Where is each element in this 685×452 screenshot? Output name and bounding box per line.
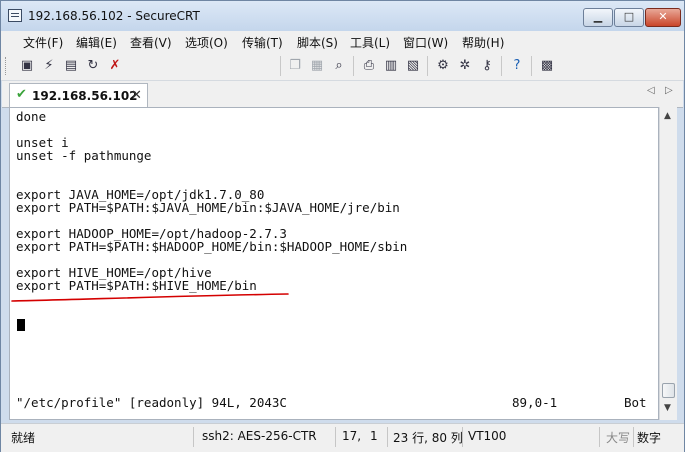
terminal-line: done [16,109,47,124]
terminal-screen[interactable]: done unset i unset -f pathmunge export J… [9,107,659,420]
toolbar-separator [501,56,502,76]
status-divider [633,427,634,447]
scrollbar-thumb[interactable] [662,383,675,398]
securecrt-window: 192.168.56.102 - SecureCRT ▁ □ ✕ 文件(F) 编… [0,0,685,452]
status-bar: 就绪 ssh2: AES-256-CTR 17, 1 23 行, 80 列 VT… [1,423,684,452]
print-selection-icon[interactable]: ▥ [382,57,400,75]
session-tab[interactable]: ✔ 192.168.56.102 ✕ [9,83,148,107]
disconnect-icon[interactable]: ✗ [106,57,124,75]
menu-options[interactable]: 选项(O) [185,34,228,51]
status-col: 1 [370,429,378,443]
menu-edit[interactable]: 编辑(E) [76,34,117,51]
copy-icon[interactable]: ❐ [286,57,304,75]
connect-in-tab-icon[interactable]: ▤ [62,57,80,75]
reconnect-icon[interactable]: ↻ [84,57,102,75]
title-bar: 192.168.56.102 - SecureCRT ▁ □ ✕ [1,1,684,31]
scroll-down-arrow-icon[interactable]: ▼ [664,403,671,413]
app-icon [8,9,22,22]
status-cipher: ssh2: AES-256-CTR [202,429,317,443]
keymap-icon[interactable]: ⚷ [478,57,496,75]
toolbar-separator [531,56,532,76]
maximize-button[interactable]: □ [614,8,644,27]
session-tab-label: 192.168.56.102 [32,89,138,103]
menu-bar: 文件(F) 编辑(E) 查看(V) 选项(O) 传输(T) 脚本(S) 工具(L… [1,31,684,52]
toolbar-separator [427,56,428,76]
vim-status-line: "/etc/profile" [readonly] 94L, 2043C [16,395,287,410]
window-title: 192.168.56.102 - SecureCRT [28,9,200,23]
tab-close-icon[interactable]: ✕ [131,88,142,103]
vim-scroll-position: Bot [624,395,647,410]
terminal-cursor [17,319,25,331]
status-divider [335,427,336,447]
tab-scroll-left-icon[interactable]: ◁ [647,85,655,96]
status-divider [462,427,463,447]
scroll-up-arrow-icon[interactable]: ▲ [664,111,671,121]
menu-help[interactable]: 帮助(H) [462,34,504,51]
paste-icon[interactable]: ▦ [308,57,326,75]
status-divider [193,427,194,447]
toolbar-separator [280,56,281,76]
toolbar-grip [5,57,9,75]
terminal-line: unset -f pathmunge [16,148,152,163]
tab-scroll-right-icon[interactable]: ▷ [665,85,673,96]
toolbar-separator [353,56,354,76]
connected-check-icon: ✔ [16,87,27,102]
print-icon[interactable]: ⎙ [360,57,378,75]
global-options-icon[interactable]: ✲ [456,57,474,75]
minimize-button[interactable]: ▁ [583,8,613,27]
status-divider [599,427,600,447]
help-icon[interactable]: ? [508,57,526,75]
quick-connect-icon[interactable]: ⚡ [40,57,58,75]
menu-script[interactable]: 脚本(S) [297,34,338,51]
status-size: 23 行, 80 列 [393,431,463,445]
session-tab-strip: ✔ 192.168.56.102 ✕ [2,81,683,108]
status-emulation: VT100 [468,429,507,443]
status-num: 数字 [637,431,662,445]
close-button[interactable]: ✕ [645,8,681,27]
toolbar: ▣ ⚡ ▤ ↻ ✗ ❐ ▦ ⌕ ⎙ ▥ ▧ ⚙ ✲ ⚷ ? ▩ [1,52,684,125]
status-ready: 就绪 [11,431,36,445]
connect-icon[interactable]: ▣ [18,57,36,75]
find-icon[interactable]: ⌕ [330,57,348,75]
menu-transfer[interactable]: 传输(T) [242,34,283,51]
menu-view[interactable]: 查看(V) [130,34,172,51]
print-setup-icon[interactable]: ▧ [404,57,422,75]
session-options-icon[interactable]: ⚙ [434,57,452,75]
status-caps: 大写 [606,431,631,445]
menu-tools[interactable]: 工具(L) [350,34,390,51]
terminal-line: export PATH=$PATH:$HIVE_HOME/bin [16,278,257,293]
vim-cursor-position: 89,0-1 [512,395,558,410]
menu-window[interactable]: 窗口(W) [403,34,448,51]
menu-file[interactable]: 文件(F) [23,34,63,51]
status-row: 17, [342,429,362,443]
terminal-line: export PATH=$PATH:$JAVA_HOME/bin:$JAVA_H… [16,200,400,215]
about-icon[interactable]: ▩ [538,57,556,75]
terminal-scrollbar[interactable]: ▲ ▼ [659,107,677,420]
terminal-line: export PATH=$PATH:$HADOOP_HOME/bin:$HADO… [16,239,408,254]
status-divider [387,427,388,447]
